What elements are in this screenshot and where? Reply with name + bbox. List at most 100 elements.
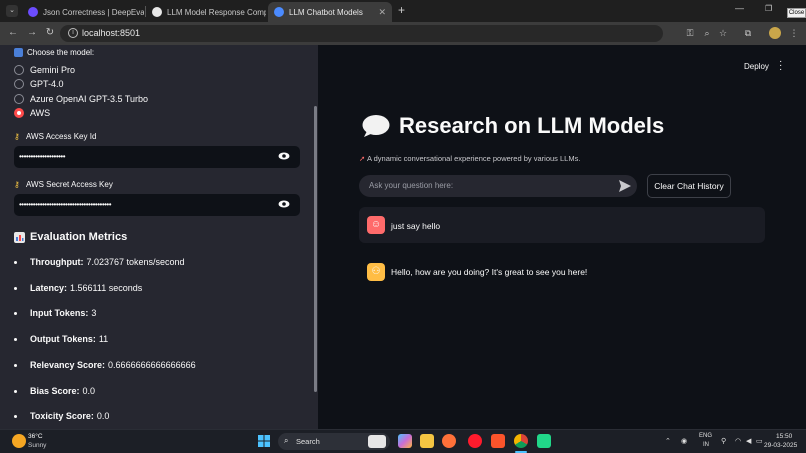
metric-value: 3 bbox=[91, 308, 97, 318]
password-key-icon[interactable]: ⚿ bbox=[684, 27, 696, 39]
metric-label: Throughput: bbox=[30, 257, 84, 267]
radio-gemini-pro[interactable]: Gemini Pro bbox=[14, 65, 75, 75]
tab-llm-chatbot-models[interactable]: LLM Chatbot Models ✕ bbox=[268, 2, 392, 22]
show-password-icon[interactable] bbox=[278, 200, 290, 208]
secret-key-value: •••••••••••••••••••••••••••••••••••••••• bbox=[19, 200, 112, 209]
metric-value: 1.566111 seconds bbox=[70, 283, 143, 293]
page-title: Research on LLM Models bbox=[399, 113, 665, 138]
sidebar-scrollbar[interactable] bbox=[314, 106, 317, 392]
wifi-icon[interactable]: ◠ bbox=[735, 437, 741, 445]
metric-label: Output Tokens: bbox=[30, 334, 96, 344]
metric-input-tokens: Input Tokens: 3 bbox=[14, 308, 96, 318]
tray-app-icon[interactable]: ◉ bbox=[681, 437, 687, 445]
access-key-input[interactable]: •••••••••••••••••••• bbox=[14, 146, 300, 168]
metric-relevancy-score: Relevancy Score: 0.6666666666666666 bbox=[14, 360, 196, 370]
metric-value: 0.0 bbox=[82, 386, 96, 396]
weather-temperature: 36°C bbox=[28, 433, 43, 440]
profile-avatar[interactable] bbox=[769, 27, 781, 39]
chat-message-assistant: ⚇ Hello, how are you doing? It's great t… bbox=[359, 258, 765, 286]
volume-icon[interactable]: ◀ bbox=[746, 437, 751, 445]
radio-aws[interactable]: AWS bbox=[14, 108, 50, 118]
radio-gpt-4[interactable]: GPT-4.0 bbox=[14, 79, 64, 89]
streamlit-favicon-icon bbox=[274, 7, 284, 17]
brave-icon[interactable] bbox=[491, 434, 505, 448]
radio-azure-openai[interactable]: Azure OpenAI GPT-3.5 Turbo bbox=[14, 94, 148, 104]
show-password-icon[interactable] bbox=[278, 152, 290, 160]
tab-label: LLM Chatbot Models bbox=[289, 7, 363, 17]
tab-search-icon[interactable]: ⌄ bbox=[6, 5, 18, 17]
browser-tab-strip: ⌄ Json Correctness | DeepEval - T ✕ LLM … bbox=[0, 0, 806, 22]
zoom-icon[interactable]: ⌕ bbox=[701, 27, 713, 39]
search-icon: ⌕ bbox=[284, 436, 289, 445]
url-text: localhost:8501 bbox=[82, 28, 141, 38]
file-explorer-icon[interactable] bbox=[420, 434, 434, 448]
sidebar: Choose the model: Gemini Pro GPT-4.0 Azu… bbox=[0, 45, 318, 429]
openai-favicon-icon bbox=[152, 7, 162, 17]
tray-chevron-icon[interactable]: ⌃ bbox=[665, 437, 671, 445]
close-icon[interactable]: ✕ bbox=[374, 7, 386, 18]
app-menu-icon[interactable]: · · · bbox=[779, 57, 782, 75]
weather-sun-icon[interactable] bbox=[12, 434, 26, 448]
browser-toolbar: ← → ↻ i localhost:8501 ⚿ ⌕ ☆ ⧉ ⋮ bbox=[0, 22, 806, 45]
send-icon[interactable] bbox=[619, 180, 631, 192]
extensions-icon[interactable]: ⧉ bbox=[742, 27, 754, 39]
windows-start-icon[interactable] bbox=[258, 435, 270, 447]
language-indicator[interactable]: ENG bbox=[699, 433, 712, 439]
key-icon: ⚷ bbox=[14, 132, 20, 141]
search-highlight-icon bbox=[368, 435, 386, 448]
bot-avatar-icon: ⚇ bbox=[367, 263, 385, 281]
copilot-icon[interactable] bbox=[398, 434, 412, 448]
radio-circle-selected[interactable] bbox=[14, 108, 24, 118]
access-key-value: •••••••••••••••••••• bbox=[19, 152, 66, 161]
user-avatar-icon: ☺ bbox=[367, 216, 385, 234]
tab-json-correctness[interactable]: Json Correctness | DeepEval - T ✕ bbox=[22, 2, 144, 22]
clear-chat-history-button[interactable]: Clear Chat History bbox=[647, 174, 731, 198]
chat-message-user: ☺ just say hello bbox=[359, 207, 765, 243]
radio-label: Gemini Pro bbox=[30, 65, 76, 75]
location-icon[interactable]: ⚲ bbox=[721, 437, 726, 445]
new-tab-icon[interactable]: + bbox=[398, 3, 405, 17]
address-bar[interactable]: i localhost:8501 bbox=[60, 25, 663, 42]
language-region: IN bbox=[703, 442, 709, 448]
speech-bubble-icon bbox=[362, 115, 390, 137]
secret-key-input[interactable]: •••••••••••••••••••••••••••••••••••••••• bbox=[14, 194, 300, 216]
rocket-icon: ➚ bbox=[359, 154, 366, 163]
search-label: Search bbox=[296, 437, 320, 446]
metric-label: Relevancy Score: bbox=[30, 360, 106, 370]
clock-date[interactable]: 29-03-2025 bbox=[764, 442, 797, 449]
metric-label: Bias Score: bbox=[30, 386, 80, 396]
back-icon[interactable]: ← bbox=[6, 26, 20, 40]
chat-input-placeholder: Ask your question here: bbox=[369, 181, 454, 190]
radio-circle[interactable] bbox=[14, 79, 24, 89]
battery-icon[interactable]: ▭ bbox=[756, 437, 763, 445]
chrome-icon[interactable] bbox=[514, 434, 528, 448]
tab-label: LLM Model Response Comparis bbox=[167, 7, 266, 17]
restore-icon[interactable]: ❐ bbox=[765, 4, 772, 13]
site-info-icon[interactable]: i bbox=[68, 28, 78, 38]
menu-icon[interactable]: ⋮ bbox=[788, 27, 800, 39]
tab-llm-response-comparison[interactable]: LLM Model Response Comparis ✕ bbox=[146, 2, 266, 22]
opera-icon[interactable] bbox=[468, 434, 482, 448]
tab-label: Json Correctness | DeepEval - T bbox=[43, 7, 144, 17]
clock-time[interactable]: 15:50 bbox=[776, 433, 792, 440]
deepeval-favicon-icon bbox=[28, 7, 38, 17]
close-tooltip: Close bbox=[787, 8, 806, 18]
pycharm-icon[interactable] bbox=[537, 434, 551, 448]
metric-output-tokens: Output Tokens: 11 bbox=[14, 334, 108, 344]
forward-icon[interactable]: → bbox=[25, 26, 39, 40]
bar-chart-icon bbox=[14, 232, 25, 243]
chat-input[interactable]: Ask your question here: bbox=[359, 175, 637, 197]
minimize-icon[interactable]: — bbox=[735, 3, 744, 13]
taskbar-search[interactable]: ⌕ Search bbox=[278, 433, 390, 450]
metric-value: 0.0 bbox=[96, 411, 110, 421]
firefox-icon[interactable] bbox=[442, 434, 456, 448]
bookmark-star-icon[interactable]: ☆ bbox=[717, 27, 729, 39]
radio-circle[interactable] bbox=[14, 94, 24, 104]
radio-label: GPT-4.0 bbox=[30, 79, 64, 89]
metric-value: 7.023767 tokens/second bbox=[86, 257, 185, 267]
reload-icon[interactable]: ↻ bbox=[43, 26, 57, 40]
radio-circle[interactable] bbox=[14, 65, 24, 75]
message-text: just say hello bbox=[391, 221, 441, 231]
secret-key-label: AWS Secret Access Key bbox=[26, 180, 113, 189]
deploy-button[interactable]: Deploy bbox=[744, 62, 769, 71]
